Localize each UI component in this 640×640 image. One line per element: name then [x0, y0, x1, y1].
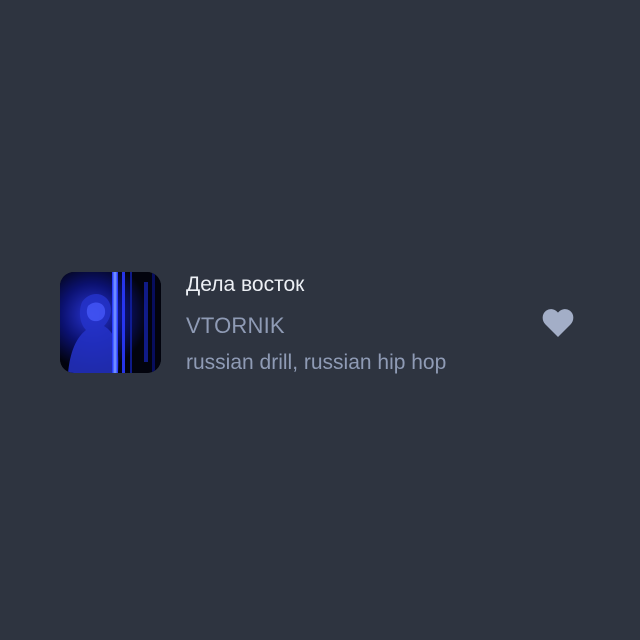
track-title[interactable]: Дела восток — [186, 273, 304, 297]
album-cover-image[interactable] — [60, 272, 161, 373]
track-artist[interactable]: VTORNIK — [186, 313, 285, 339]
heart-icon — [542, 309, 574, 337]
like-button[interactable] — [541, 307, 575, 339]
track-genres: russian drill, russian hip hop — [186, 351, 447, 374]
track-row[interactable]: Дела восток VTORNIK russian drill, russi… — [60, 272, 580, 374]
